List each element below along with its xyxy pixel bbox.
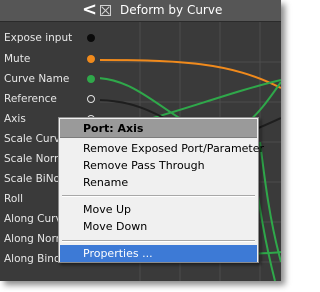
menu-item-move-down[interactable]: Move Down [60, 218, 257, 235]
orange-wire [100, 59, 281, 89]
port-label: Along Norm [4, 233, 66, 245]
port-dot-icon[interactable] [87, 95, 95, 103]
node-titlebar: < Deform by Curve [0, 0, 281, 22]
menu-item-properties[interactable]: Properties ... [60, 245, 257, 262]
port-reference[interactable]: Reference [0, 89, 100, 109]
checkbox-x-icon[interactable] [100, 5, 111, 16]
port-label: Roll [4, 193, 24, 205]
port-label: Expose input [4, 32, 73, 44]
port-label: Along Binor [4, 253, 65, 265]
menu-item-move-up[interactable]: Move Up [60, 201, 257, 218]
port-label: Scale BiNor [4, 173, 65, 185]
port-label: Curve Name [4, 73, 70, 85]
node-title: Deform by Curve [120, 3, 223, 17]
deform-node-window: < Deform by Curve Expose input Mute Curv… [0, 0, 281, 281]
menu-item-remove-exposed-port[interactable]: Remove Exposed Port/Parameter [60, 140, 264, 157]
port-label: Mute [4, 53, 31, 65]
port-dot-icon[interactable] [87, 34, 95, 42]
port-expose-input[interactable]: Expose input [0, 28, 100, 48]
port-curve-name[interactable]: Curve Name [0, 69, 100, 89]
port-label: Axis [4, 113, 26, 125]
menu-item-rename[interactable]: Rename [60, 174, 257, 191]
menu-separator [62, 240, 255, 242]
menu-header: Port: Axis [60, 119, 257, 138]
menu-item-remove-pass-through[interactable]: Remove Pass Through [60, 157, 257, 174]
collapse-arrow-icon[interactable]: < [82, 0, 97, 22]
port-label: Reference [4, 93, 57, 105]
port-mute[interactable]: Mute [0, 49, 100, 69]
menu-separator [62, 195, 255, 197]
port-dot-icon[interactable] [87, 55, 95, 63]
green-wire-3 [259, 141, 281, 263]
port-context-menu: Port: Axis Remove Exposed Port/Parameter… [58, 117, 264, 263]
port-dot-icon[interactable] [87, 75, 95, 83]
port-label: Scale Norm [4, 153, 65, 165]
